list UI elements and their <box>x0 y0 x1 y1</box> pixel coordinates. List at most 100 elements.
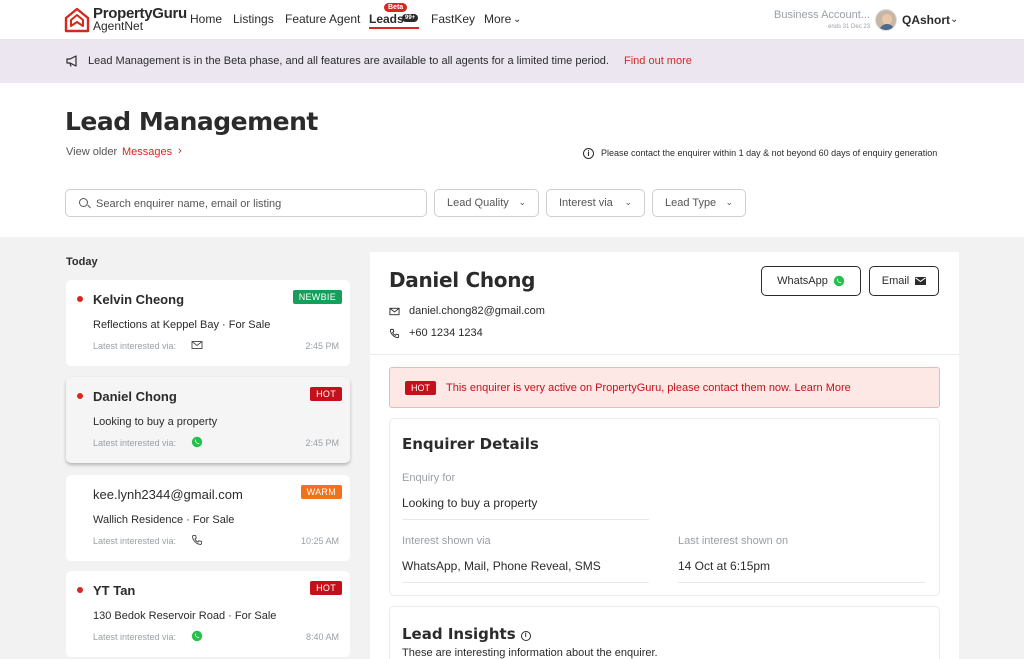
last-interest-label: Last interest shown on <box>678 535 789 547</box>
page-title: Lead Management <box>65 107 318 136</box>
lead-name: YT Tan <box>93 583 136 598</box>
lead-subtitle: Wallich Residence · For Sale <box>93 514 235 526</box>
divider <box>402 519 649 520</box>
enquirer-details-card: Enquirer Details Enquiry for Looking to … <box>389 418 940 596</box>
latest-interested-via-label: Latest interested via: <box>93 438 177 448</box>
lead-insights-card: Lead Insights i These are interesting inf… <box>389 606 940 659</box>
unread-dot <box>77 587 83 593</box>
lead-time: 8:40 AM <box>305 632 339 642</box>
lead-quality-dropdown[interactable]: Lead Quality ⌄ <box>434 189 539 217</box>
whatsapp-button-label: WhatsApp <box>777 275 828 287</box>
info-icon[interactable]: i <box>520 631 531 641</box>
mail-icon <box>191 341 203 349</box>
account-expiry: ends 31 Dec 23 <box>828 24 871 30</box>
nav-fastkey[interactable]: FastKey <box>431 12 475 26</box>
lead-type-dropdown[interactable]: Lead Type ⌄ <box>652 189 746 217</box>
contact-notice: Please contact the enquirer within 1 day… <box>601 148 938 158</box>
business-account-label[interactable]: Business Account... <box>774 9 870 21</box>
banner-text: Lead Management is in the Beta phase, an… <box>88 55 609 67</box>
contact-phone[interactable]: +60 1234 1234 <box>409 327 483 339</box>
find-out-more-link[interactable]: Find out more <box>624 55 692 67</box>
enquiry-for-value: Looking to buy a property <box>402 496 538 510</box>
lead-insights-subtitle: These are interesting information about … <box>402 647 658 659</box>
lead-time: 10:25 AM <box>300 536 339 546</box>
beta-badge: Beta <box>384 3 408 12</box>
lead-insights-heading: Lead Insights i <box>402 625 531 643</box>
unread-dot <box>77 296 83 302</box>
mail-icon <box>389 307 400 315</box>
lead-insights-title: Lead Insights <box>402 625 516 643</box>
lead-subtitle: Looking to buy a property <box>93 416 218 428</box>
chevron-right-icon[interactable]: › <box>178 145 182 157</box>
active-nav-underline <box>369 27 419 29</box>
lead-name: Daniel Chong <box>93 389 177 404</box>
chevron-down-icon[interactable]: ⌄ <box>950 14 958 25</box>
lead-time: 2:45 PM <box>305 438 339 448</box>
latest-interested-via-label: Latest interested via: <box>93 341 177 351</box>
enquirer-details-title: Enquirer Details <box>402 435 539 453</box>
lead-card[interactable]: Daniel Chong HOT Looking to buy a proper… <box>66 377 350 463</box>
lead-card[interactable]: YT Tan HOT 130 Bedok Reservoir Road · Fo… <box>66 571 350 657</box>
nav-more[interactable]: More <box>484 12 511 26</box>
contact-phone-row: +60 1234 1234 <box>389 327 483 339</box>
lead-badge: HOT <box>310 387 342 401</box>
interest-via-label: Interest via <box>559 197 613 209</box>
nav-home[interactable]: Home <box>190 12 222 26</box>
lead-subtitle: 130 Bedok Reservoir Road · For Sale <box>93 610 277 622</box>
whatsapp-icon <box>833 275 845 287</box>
interest-via-value: WhatsApp, Mail, Phone Reveal, SMS <box>402 559 601 573</box>
info-icon: i <box>583 148 594 159</box>
hot-lead-alert: HOT This enquirer is very active on Prop… <box>389 367 940 408</box>
latest-interested-via-label: Latest interested via: <box>93 632 177 642</box>
search-box <box>65 189 427 217</box>
chevron-down-icon: ⌄ <box>624 197 632 207</box>
hot-alert-message[interactable]: This enquirer is very active on Property… <box>446 382 851 394</box>
megaphone-icon <box>66 55 77 67</box>
nav-feature-agent[interactable]: Feature Agent <box>285 12 360 26</box>
lead-name: kee.lynh2344@gmail.com <box>93 487 243 502</box>
latest-interested-via-label: Latest interested via: <box>93 536 177 546</box>
search-input[interactable] <box>96 196 416 212</box>
group-label-today: Today <box>66 256 98 268</box>
divider <box>402 582 649 583</box>
unread-dot <box>77 393 83 399</box>
top-navigation: PropertyGuru AgentNet Home Listings Feat… <box>0 0 1024 40</box>
chevron-down-icon: ⌄ <box>725 197 733 207</box>
lead-card[interactable]: kee.lynh2344@gmail.com WARM Wallich Resi… <box>66 475 350 561</box>
beta-banner: Lead Management is in the Beta phase, an… <box>0 40 1024 83</box>
lead-name: Kelvin Cheong <box>93 292 185 307</box>
detail-lead-name: Daniel Chong <box>389 268 536 292</box>
email-button[interactable]: Email <box>869 266 939 296</box>
lead-badge: NEWBIE <box>292 290 342 304</box>
whatsapp-icon <box>191 436 203 448</box>
phone-icon <box>389 328 400 338</box>
view-older-label: View older <box>66 146 118 158</box>
mail-icon <box>915 277 927 285</box>
interest-via-dropdown[interactable]: Interest via ⌄ <box>546 189 645 217</box>
chevron-down-icon: ⌄ <box>513 14 522 25</box>
last-interest-value: 14 Oct at 6:15pm <box>678 559 771 573</box>
user-name[interactable]: QAshort <box>902 13 950 27</box>
contact-email-row: daniel.chong82@gmail.com <box>389 305 545 317</box>
lead-card[interactable]: Kelvin Cheong NEWBIE Reflections at Kepp… <box>66 280 350 366</box>
lead-time: 2:45 PM <box>305 341 339 351</box>
hot-tag: HOT <box>405 381 436 395</box>
divider <box>370 354 959 355</box>
lead-quality-label: Lead Quality <box>447 197 509 209</box>
nav-leads[interactable]: Leads <box>369 12 404 26</box>
interest-via-label: Interest shown via <box>402 535 491 547</box>
lead-subtitle: Reflections at Keppel Bay · For Sale <box>93 319 271 331</box>
enquiry-for-label: Enquiry for <box>402 472 456 484</box>
contact-email[interactable]: daniel.chong82@gmail.com <box>409 305 545 317</box>
avatar[interactable] <box>875 9 897 31</box>
nav-listings[interactable]: Listings <box>233 12 274 26</box>
propertyguru-logo-icon <box>64 7 90 33</box>
messages-link[interactable]: Messages <box>122 146 172 158</box>
lead-type-label: Lead Type <box>665 197 717 209</box>
propertyguru-logo[interactable]: PropertyGuru AgentNet <box>64 5 188 35</box>
lead-badge: HOT <box>310 581 342 595</box>
whatsapp-button[interactable]: WhatsApp <box>761 266 861 296</box>
phone-icon <box>191 535 202 546</box>
divider <box>678 582 925 583</box>
search-icon <box>79 198 88 207</box>
